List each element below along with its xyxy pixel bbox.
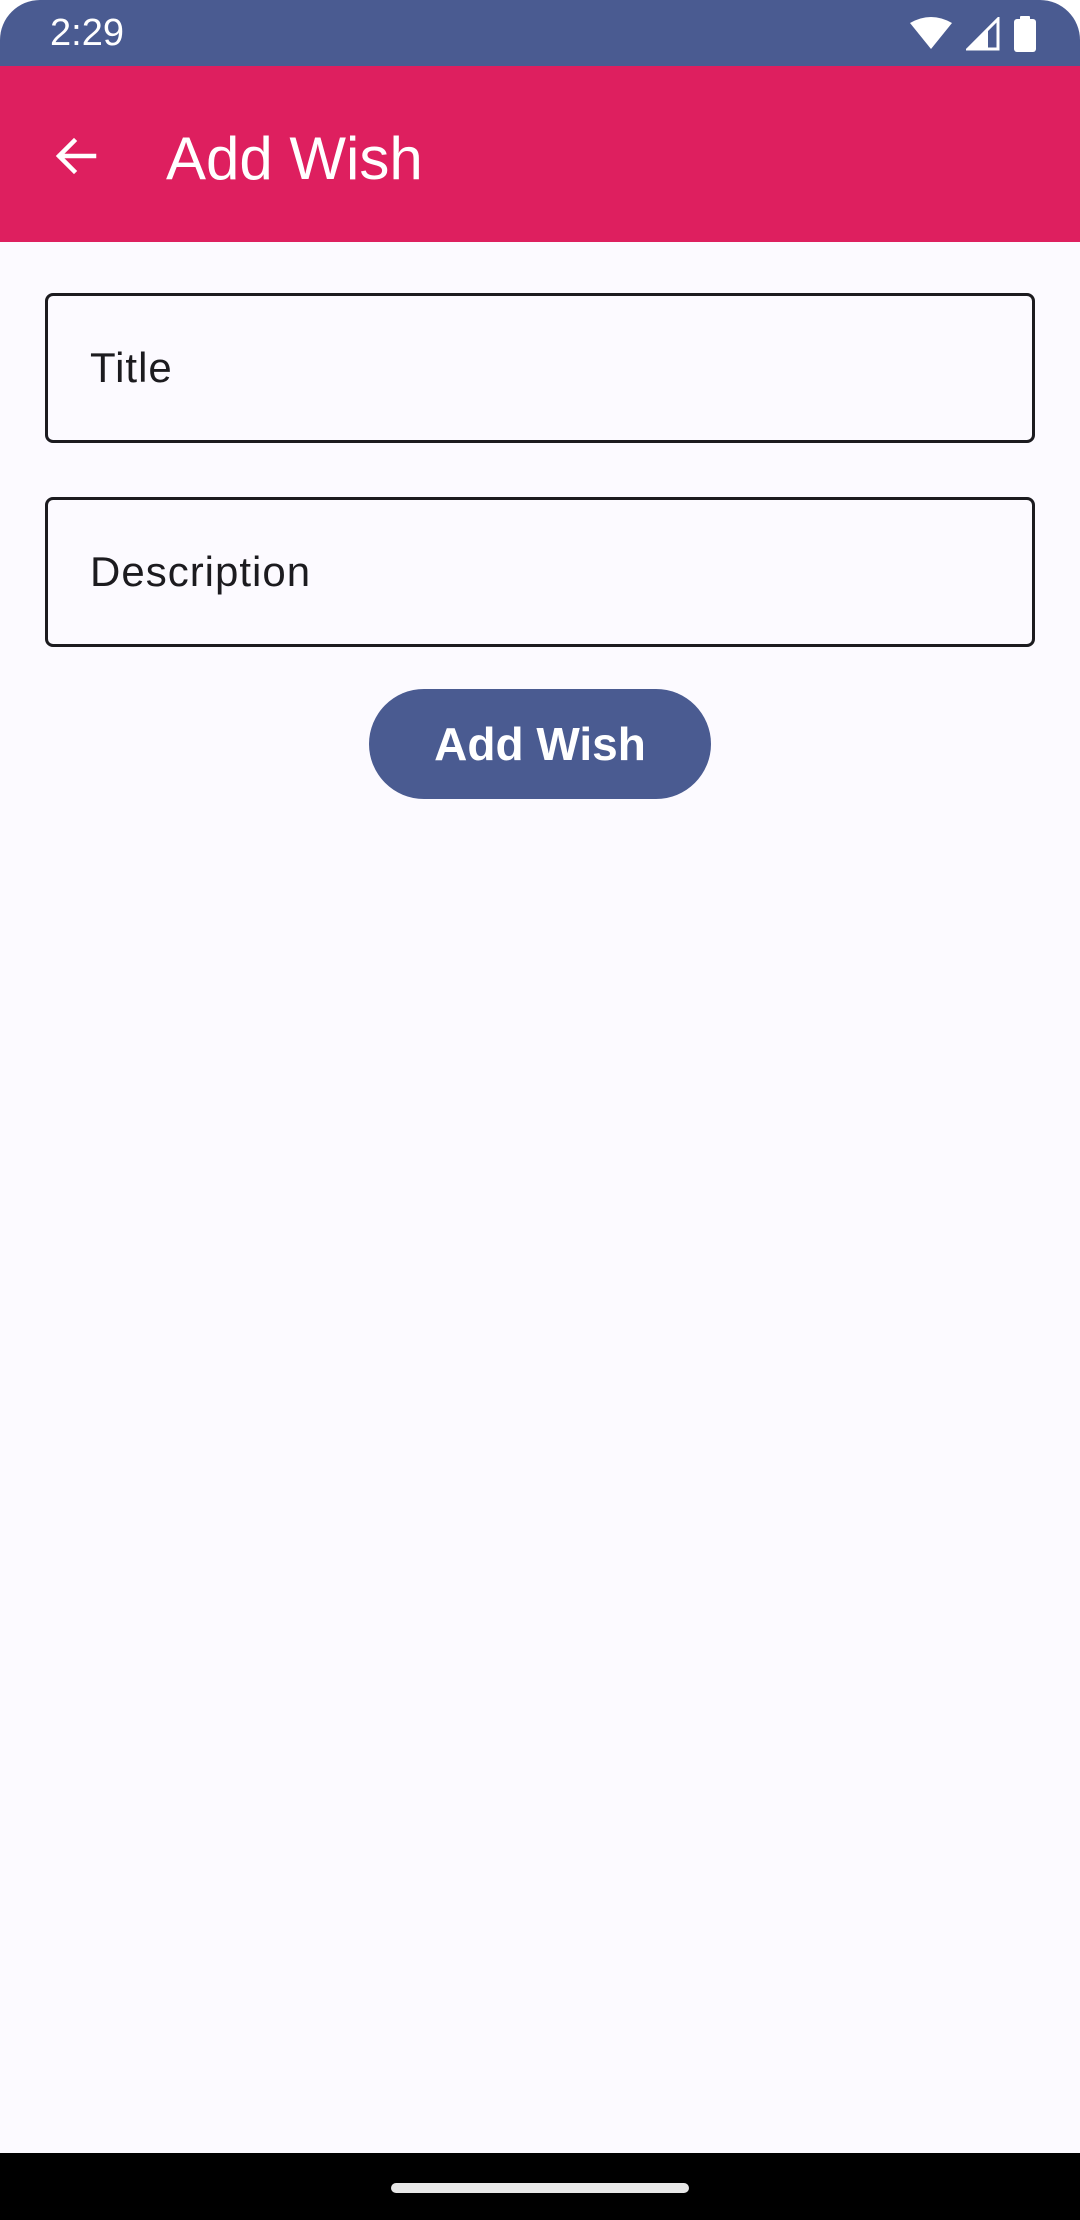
status-time: 2:29 <box>50 12 124 54</box>
page-title: Add Wish <box>166 125 423 192</box>
title-input[interactable] <box>48 296 1032 440</box>
navigation-bar <box>0 2153 1080 2220</box>
app-bar: Add Wish <box>0 66 1080 242</box>
cellular-signal-icon <box>966 17 1000 51</box>
home-gesture-handle[interactable] <box>391 2183 689 2193</box>
title-field[interactable] <box>45 293 1035 443</box>
status-icons <box>910 14 1036 54</box>
wifi-icon <box>910 17 952 51</box>
status-bar: 2:29 <box>0 0 1080 66</box>
description-input[interactable] <box>48 500 1032 644</box>
back-button[interactable] <box>36 118 116 198</box>
add-wish-button[interactable]: Add Wish <box>369 689 711 799</box>
screen: 2:29 Add Wish Title Description Add Wish <box>0 0 1080 2220</box>
arrow-back-icon <box>52 132 100 185</box>
battery-icon <box>1014 16 1036 52</box>
description-field[interactable] <box>45 497 1035 647</box>
